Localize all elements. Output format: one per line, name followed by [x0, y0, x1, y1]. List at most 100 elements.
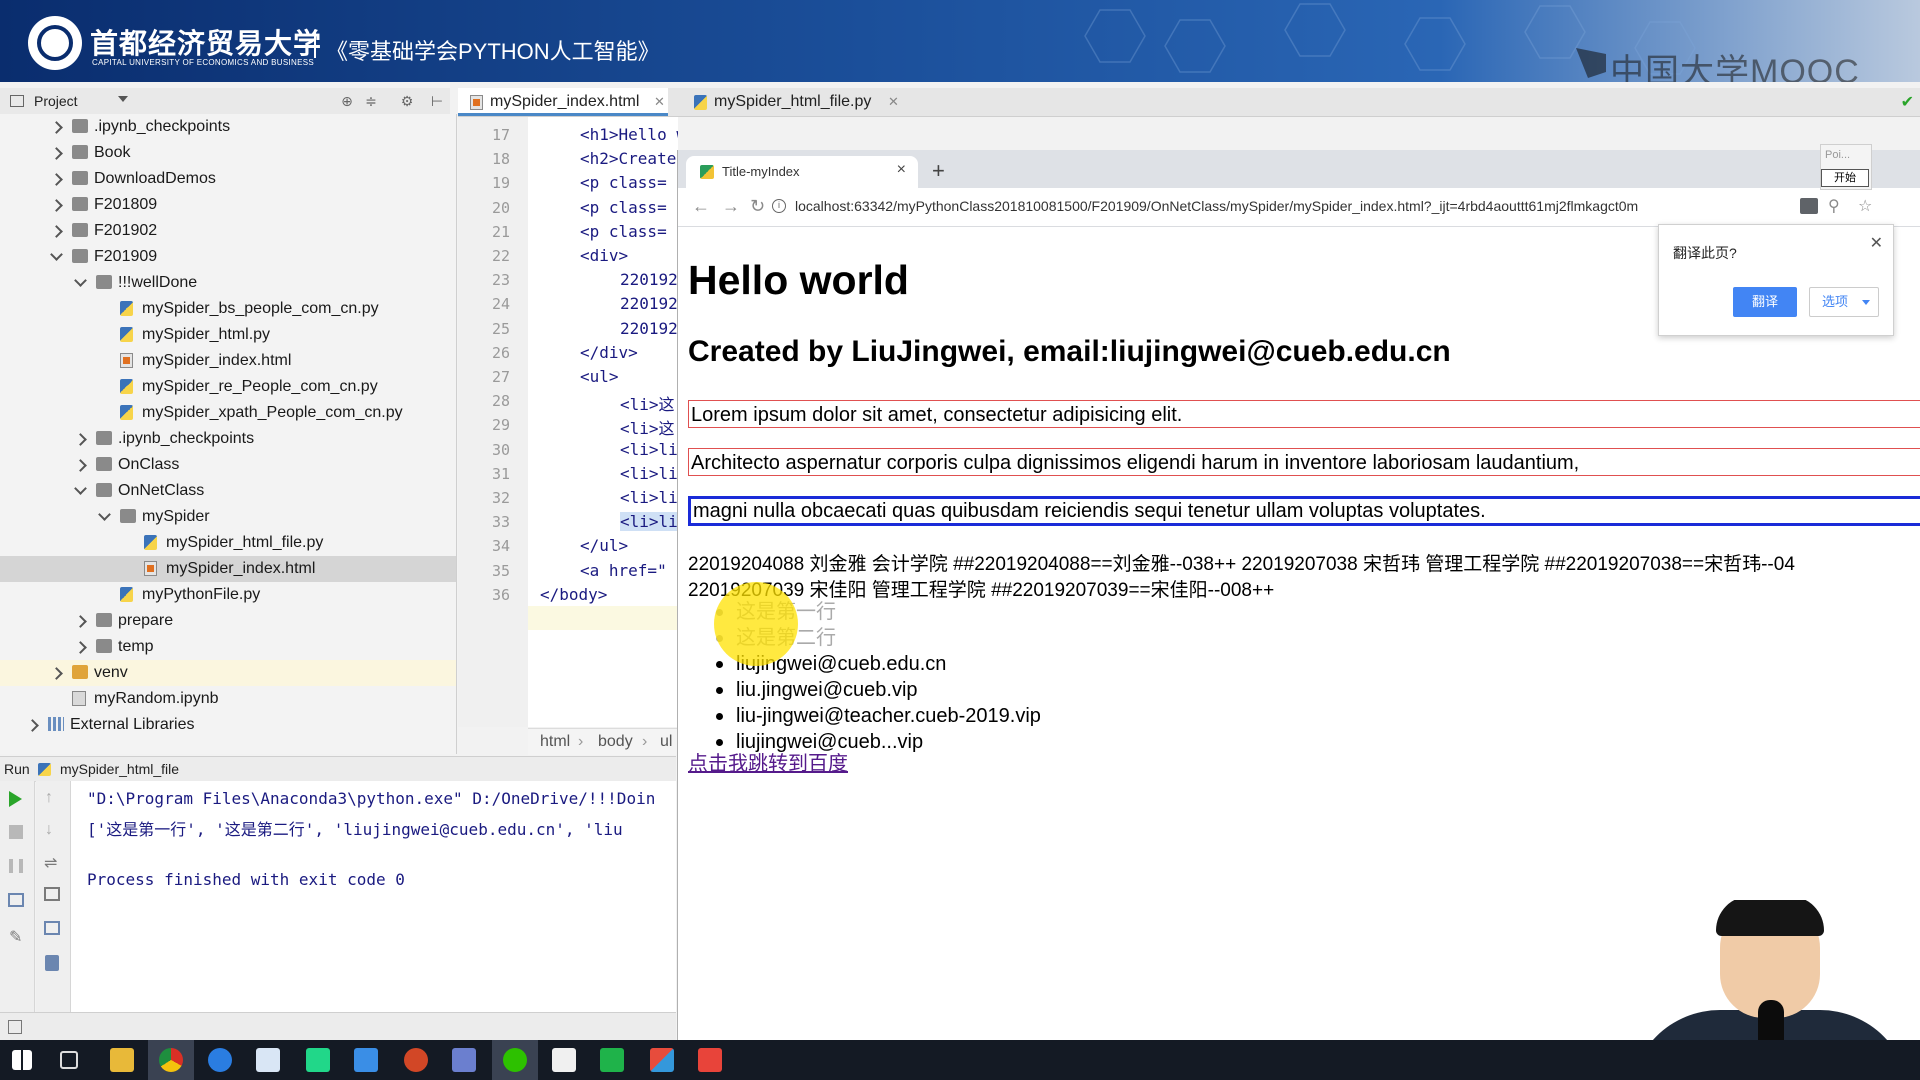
- store-icon[interactable]: [552, 1048, 576, 1072]
- back-icon[interactable]: ←: [692, 196, 710, 217]
- start-button[interactable]: 开始: [1821, 169, 1869, 187]
- tree-item[interactable]: mySpider_html_file.py: [0, 530, 456, 556]
- translate-button[interactable]: 翻译: [1733, 287, 1797, 317]
- stop-icon[interactable]: [9, 825, 23, 839]
- close-icon[interactable]: ×: [897, 161, 906, 179]
- run-config-name[interactable]: mySpider_html_file: [60, 757, 179, 781]
- chevron-down-icon[interactable]: [74, 274, 87, 287]
- close-icon[interactable]: ✕: [1870, 233, 1883, 253]
- project-tree[interactable]: .ipynb_checkpoints Book DownloadDemos F2018…: [0, 114, 457, 754]
- breadcrumb-item[interactable]: html: [540, 729, 570, 755]
- tree-item[interactable]: DownloadDemos: [0, 166, 456, 192]
- locate-icon[interactable]: ⊕: [340, 94, 354, 108]
- tree-item[interactable]: OnClass: [0, 452, 456, 478]
- hide-panel-icon[interactable]: ⊢: [430, 94, 444, 108]
- edge-icon[interactable]: [208, 1048, 232, 1072]
- window-icon[interactable]: [8, 1020, 22, 1034]
- tree-item[interactable]: mySpider: [0, 504, 456, 530]
- windows-start-icon[interactable]: [12, 1050, 32, 1070]
- arrow-up-icon[interactable]: ↑: [45, 789, 61, 806]
- chevron-right-icon[interactable]: [74, 615, 87, 628]
- app-icon[interactable]: [650, 1048, 674, 1072]
- tree-item[interactable]: F201909: [0, 244, 456, 270]
- chevron-right-icon[interactable]: [74, 433, 87, 446]
- new-tab-button[interactable]: +: [932, 158, 945, 184]
- app-icon[interactable]: [698, 1048, 722, 1072]
- chevron-right-icon[interactable]: [74, 459, 87, 472]
- tree-item[interactable]: mySpider_index.html: [0, 348, 456, 374]
- tree-item[interactable]: .ipynb_checkpoints: [0, 114, 456, 140]
- run-console[interactable]: "D:\Program Files\Anaconda3\python.exe" …: [71, 781, 676, 1021]
- chevron-down-icon[interactable]: [74, 482, 87, 495]
- tree-item[interactable]: !!!wellDone: [0, 270, 456, 296]
- app-icon[interactable]: [452, 1048, 476, 1072]
- scroll-to-end-icon[interactable]: [44, 887, 60, 901]
- chevron-right-icon[interactable]: [50, 147, 63, 160]
- tree-item[interactable]: myRandom.ipynb: [0, 686, 456, 712]
- pycharm-icon[interactable]: [306, 1048, 330, 1072]
- breadcrumb-item[interactable]: body: [598, 729, 633, 755]
- chevron-right-icon[interactable]: [50, 667, 63, 680]
- star-icon[interactable]: ☆: [1858, 196, 1872, 216]
- tree-item[interactable]: Book: [0, 140, 456, 166]
- chevron-down-icon[interactable]: [50, 248, 63, 261]
- app-icon[interactable]: [256, 1048, 280, 1072]
- wechat-icon[interactable]: [503, 1048, 527, 1072]
- run-toolbar-secondary: ↑ ↓ ⇌: [36, 781, 71, 1021]
- gear-icon[interactable]: ⚙: [400, 94, 414, 108]
- soft-wrap-icon[interactable]: ⇌: [44, 853, 60, 872]
- tree-item[interactable]: .ipynb_checkpoints: [0, 426, 456, 452]
- tree-item[interactable]: OnNetClass: [0, 478, 456, 504]
- arrow-down-icon[interactable]: ↓: [45, 821, 61, 838]
- chrome-icon[interactable]: [159, 1048, 183, 1072]
- chevron-right-icon[interactable]: [26, 719, 39, 732]
- tree-item[interactable]: myPythonFile.py: [0, 582, 456, 608]
- tree-item[interactable]: External Libraries: [0, 712, 456, 738]
- tree-item[interactable]: mySpider_index.html: [0, 556, 456, 582]
- chevron-right-icon[interactable]: [50, 225, 63, 238]
- tree-item[interactable]: prepare: [0, 608, 456, 634]
- app-icon[interactable]: [600, 1048, 624, 1072]
- info-icon[interactable]: i: [772, 199, 786, 213]
- forward-icon[interactable]: →: [722, 196, 740, 217]
- chevron-right-icon[interactable]: [50, 121, 63, 134]
- tree-item[interactable]: F201902: [0, 218, 456, 244]
- chevron-right-icon[interactable]: [74, 641, 87, 654]
- reload-icon[interactable]: ↻: [750, 196, 765, 217]
- app-icon[interactable]: [354, 1048, 378, 1072]
- chevron-down-icon[interactable]: [118, 96, 128, 102]
- project-panel-header[interactable]: Project ⊕ ≑ ⚙ ⊢: [0, 88, 450, 115]
- close-icon[interactable]: ✕: [654, 88, 665, 116]
- tree-item[interactable]: mySpider_html.py: [0, 322, 456, 348]
- layout-icon[interactable]: [8, 893, 24, 907]
- baidu-link[interactable]: 点击我跳转到百度: [688, 747, 848, 776]
- translate-icon[interactable]: [1800, 198, 1818, 214]
- powerpoint-icon[interactable]: [404, 1048, 428, 1072]
- close-icon[interactable]: ✕: [888, 88, 899, 116]
- chevron-right-icon[interactable]: [50, 173, 63, 186]
- file-explorer-icon[interactable]: [110, 1048, 134, 1072]
- chevron-right-icon[interactable]: [50, 199, 63, 212]
- tab-mySpider-html-file-py[interactable]: mySpider_html_file.py ✕: [684, 88, 904, 116]
- browser-tab[interactable]: Title-myIndex ×: [686, 156, 918, 188]
- trash-icon[interactable]: [45, 955, 59, 971]
- options-button[interactable]: 选项: [1809, 287, 1879, 317]
- pause-icon[interactable]: [9, 859, 23, 873]
- chevron-down-icon[interactable]: [98, 508, 111, 521]
- run-icon[interactable]: [9, 791, 22, 807]
- breadcrumb-item[interactable]: ul: [660, 729, 672, 755]
- tree-item[interactable]: F201809: [0, 192, 456, 218]
- tab-mySpider-index-html[interactable]: mySpider_index.html ✕: [458, 88, 668, 116]
- tree-item[interactable]: venv: [0, 660, 456, 686]
- collapse-all-icon[interactable]: ≑: [364, 94, 378, 108]
- tree-item[interactable]: mySpider_xpath_People_com_cn.py: [0, 400, 456, 426]
- print-icon[interactable]: [44, 921, 60, 935]
- tree-item[interactable]: temp: [0, 634, 456, 660]
- tree-item[interactable]: mySpider_bs_people_com_cn.py: [0, 296, 456, 322]
- tree-item[interactable]: mySpider_re_People_com_cn.py: [0, 374, 456, 400]
- mini-window-title: Poi...: [1825, 149, 1851, 161]
- task-view-icon[interactable]: [60, 1051, 78, 1069]
- pin-icon[interactable]: ✎: [9, 927, 25, 946]
- url-field[interactable]: localhost:63342/myPythonClass20181008150…: [795, 198, 1638, 214]
- zoom-icon[interactable]: ⚲: [1828, 196, 1840, 216]
